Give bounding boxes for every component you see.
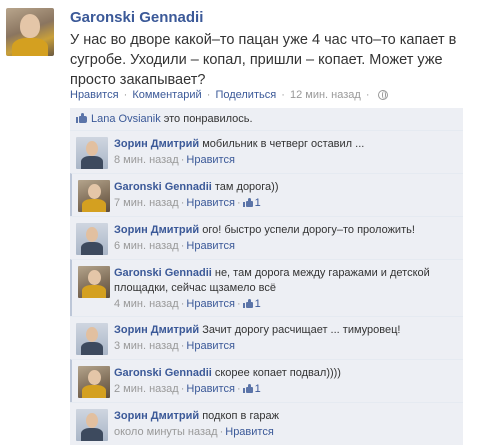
comment-body: Зорин Дмитрий мобильник в четверг остави… bbox=[114, 137, 457, 152]
liker-name[interactable]: Lana Ovsianik bbox=[91, 113, 161, 125]
comment: Garonski Gennadii там дорога)) 7 мин. наз… bbox=[70, 173, 463, 216]
comment-meta: 3 мин. назад · Нравится bbox=[114, 339, 457, 354]
comment-meta: около минуты назад · Нравится bbox=[114, 425, 457, 440]
commenter-name[interactable]: Зорин Дмитрий bbox=[114, 324, 199, 336]
separator: · bbox=[123, 89, 128, 101]
comment-timestamp[interactable]: 7 мин. назад bbox=[114, 197, 179, 209]
comment-link[interactable]: Комментарий bbox=[132, 89, 201, 101]
thumbs-up-icon bbox=[242, 198, 253, 207]
comment-like-link[interactable]: Нравится bbox=[186, 240, 235, 252]
likes-summary: Lana Ovsianik это понравилось. bbox=[70, 108, 463, 131]
commenter-avatar[interactable] bbox=[76, 409, 108, 441]
comment-meta: 7 мин. назад · Нравится · 1 bbox=[114, 196, 457, 211]
post-text: У нас во дворе какой–то пацан уже 4 час … bbox=[70, 32, 457, 88]
comment-meta: 8 мин. назад · Нравится bbox=[114, 153, 457, 168]
share-link[interactable]: Поделиться bbox=[215, 89, 276, 101]
like-count: 1 bbox=[254, 383, 261, 395]
separator: · bbox=[365, 89, 370, 101]
comment-text: подкоп в гараж bbox=[199, 410, 279, 422]
comment-body: Garonski Gennadii не, там дорога между г… bbox=[114, 266, 457, 296]
author-name[interactable]: Garonski Gennadii bbox=[70, 9, 203, 26]
comment-text: ого! быстро успели дорогу–то проложить! bbox=[199, 224, 415, 236]
comment-like-link[interactable]: Нравится bbox=[186, 154, 235, 166]
commenter-name[interactable]: Зорин Дмитрий bbox=[114, 224, 199, 236]
likes-text: это понравилось. bbox=[160, 113, 253, 125]
comment-like-count[interactable]: 1 bbox=[242, 298, 261, 310]
comment: Зорин Дмитрий ого! быстро успели дорогу–… bbox=[70, 216, 463, 259]
comment-list: Зорин Дмитрий мобильник в четверг остави… bbox=[70, 131, 463, 445]
comment-like-link[interactable]: Нравится bbox=[186, 197, 235, 209]
like-link[interactable]: Нравится bbox=[70, 89, 119, 101]
comment-body: Зорин Дмитрий подкоп в гараж bbox=[114, 409, 457, 424]
commenter-name[interactable]: Garonski Gennadii bbox=[114, 367, 212, 379]
comment-like-link[interactable]: Нравится bbox=[186, 383, 235, 395]
comment-timestamp[interactable]: 3 мин. назад bbox=[114, 340, 179, 352]
comment-meta: 2 мин. назад · Нравится · 1 bbox=[114, 382, 457, 397]
globe-icon[interactable] bbox=[377, 90, 388, 100]
comment-timestamp[interactable]: 4 мин. назад bbox=[114, 298, 179, 310]
comments-panel: Lana Ovsianik это понравилось. Зорин Дми… bbox=[70, 108, 463, 445]
comment-like-link[interactable]: Нравится bbox=[225, 426, 274, 438]
comment: Garonski Gennadii не, там дорога между г… bbox=[70, 259, 463, 316]
post-timestamp[interactable]: 12 мин. назад bbox=[290, 89, 361, 101]
thumbs-up-icon bbox=[76, 113, 87, 123]
comment-like-count[interactable]: 1 bbox=[242, 383, 261, 395]
commenter-avatar[interactable] bbox=[78, 180, 110, 212]
feed-post: Garonski Gennadii У нас во дворе какой–т… bbox=[0, 0, 493, 445]
separator: · bbox=[281, 89, 285, 101]
commenter-avatar[interactable] bbox=[76, 137, 108, 169]
comment-like-link[interactable]: Нравится bbox=[186, 298, 235, 310]
comment-timestamp[interactable]: 8 мин. назад bbox=[114, 154, 179, 166]
comment: Зорин Дмитрий мобильник в четверг остави… bbox=[70, 131, 463, 173]
commenter-name[interactable]: Garonski Gennadii bbox=[114, 267, 212, 279]
comment-body: Garonski Gennadii скорее копает подвал))… bbox=[114, 366, 457, 381]
commenter-name[interactable]: Зорин Дмитрий bbox=[114, 410, 199, 422]
comment-meta: 4 мин. назад · Нравится · 1 bbox=[114, 297, 457, 312]
post-actions: Нравится · Комментарий · Поделиться · 12… bbox=[70, 89, 388, 101]
commenter-avatar[interactable] bbox=[78, 266, 110, 298]
comment-timestamp[interactable]: 2 мин. назад bbox=[114, 383, 179, 395]
commenter-name[interactable]: Зорин Дмитрий bbox=[114, 138, 199, 150]
thumbs-up-icon bbox=[242, 299, 253, 308]
comment: Garonski Gennadii скорее копает подвал))… bbox=[70, 359, 463, 402]
separator: · bbox=[236, 197, 241, 209]
commenter-name[interactable]: Garonski Gennadii bbox=[114, 181, 212, 193]
comment: Зорин Дмитрий подкоп в гараж около минуты… bbox=[70, 402, 463, 445]
thumbs-up-icon bbox=[242, 384, 253, 393]
separator: · bbox=[236, 298, 241, 310]
like-count: 1 bbox=[254, 197, 261, 209]
commenter-avatar[interactable] bbox=[76, 323, 108, 355]
separator: · bbox=[236, 383, 241, 395]
separator: · bbox=[206, 89, 211, 101]
comment-like-link[interactable]: Нравится bbox=[186, 340, 235, 352]
commenter-avatar[interactable] bbox=[76, 223, 108, 255]
comment-like-count[interactable]: 1 bbox=[242, 197, 261, 209]
comment-body: Зорин Дмитрий Зачит дорогу расчищает ...… bbox=[114, 323, 457, 338]
comment-body: Зорин Дмитрий ого! быстро успели дорогу–… bbox=[114, 223, 457, 238]
comment: Зорин Дмитрий Зачит дорогу расчищает ...… bbox=[70, 316, 463, 359]
comment-timestamp[interactable]: около минуты назад bbox=[114, 426, 218, 438]
comment-text: там дорога)) bbox=[211, 181, 279, 193]
comment-text: Зачит дорогу расчищает ... тимуровец! bbox=[199, 324, 401, 336]
comment-meta: 6 мин. назад · Нравится bbox=[114, 239, 457, 254]
comment-body: Garonski Gennadii там дорога)) bbox=[114, 180, 457, 195]
comment-text: скорее копает подвал)))) bbox=[211, 367, 341, 379]
comment-timestamp[interactable]: 6 мин. назад bbox=[114, 240, 179, 252]
author-avatar[interactable] bbox=[6, 8, 54, 56]
like-count: 1 bbox=[254, 298, 261, 310]
comment-text: мобильник в четверг оставил ... bbox=[199, 138, 365, 150]
commenter-avatar[interactable] bbox=[78, 366, 110, 398]
